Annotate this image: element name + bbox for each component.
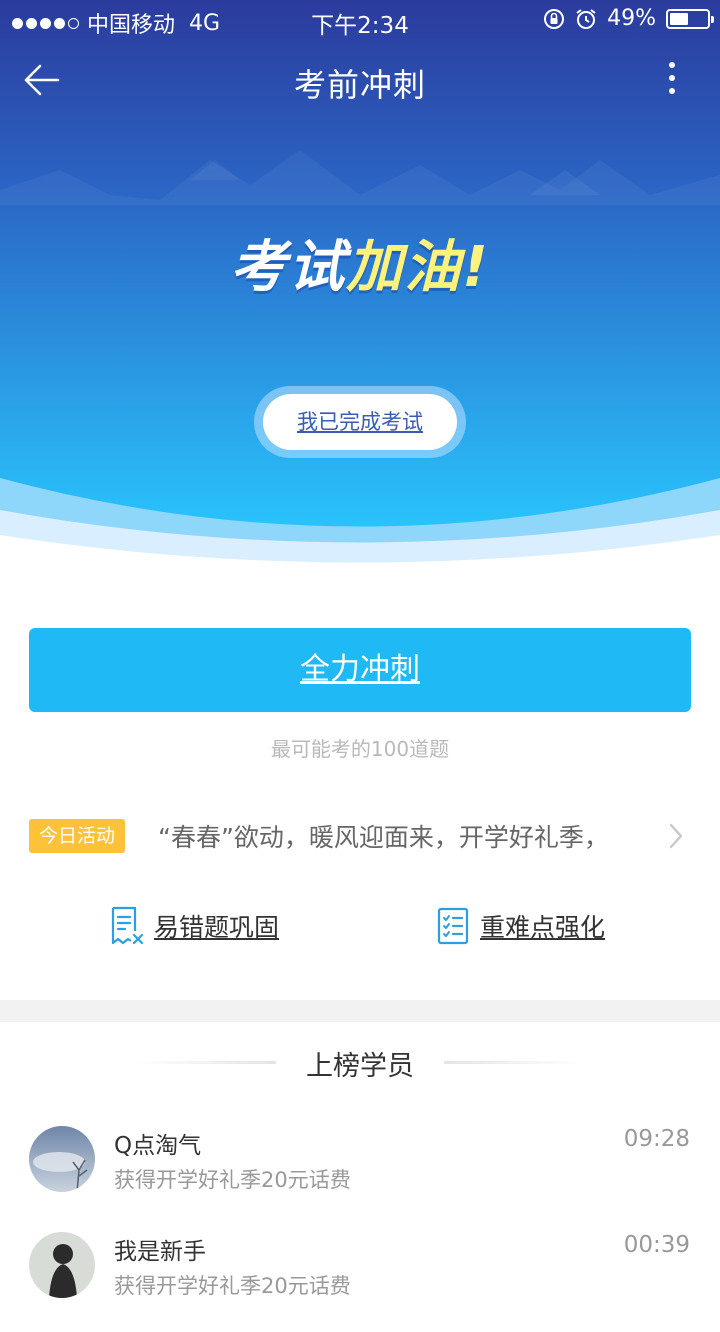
- avatar: [29, 1126, 95, 1192]
- slogan-part-white: 考试: [230, 235, 347, 300]
- member-time: 09:28: [623, 1126, 690, 1152]
- slogan: 考试加油!: [0, 222, 720, 303]
- member-name: Q点淘气: [114, 1133, 202, 1159]
- battery-icon: [666, 8, 714, 29]
- battery-fill: [670, 12, 688, 25]
- page-title: 考前冲刺: [293, 66, 426, 104]
- wrong-questions-label: 易错题巩固: [154, 913, 280, 942]
- member-name: 我是新手: [114, 1239, 206, 1265]
- chevron-right-icon: [669, 823, 683, 849]
- sprint-subtitle: 最可能考的100道题: [270, 737, 450, 761]
- exam-completed-button[interactable]: 我已完成考试: [263, 394, 457, 450]
- rank-title-line-right: [444, 1061, 584, 1064]
- slogan-part-yellow: 加油!: [346, 235, 490, 300]
- hero-banner: 中国移动 4G 下午2:34 49% 考前冲刺 考试加油! 我已完成考试: [0, 0, 720, 570]
- back-button[interactable]: [22, 58, 78, 106]
- activity-tag: 今日活动: [29, 819, 125, 853]
- member-reward: 获得开学好礼季20元话费: [114, 1168, 351, 1192]
- orientation-lock-icon: [544, 8, 565, 29]
- today-activity-banner[interactable]: 今日活动 “春春”欲动，暖风迎面来，开学好礼季，: [0, 808, 720, 864]
- ranking-title: 上榜学员: [306, 1051, 414, 1082]
- activity-text: “春春”欲动，暖风迎面来，开学好礼季，: [158, 823, 609, 852]
- navigation-bar: 考前冲刺: [0, 44, 720, 120]
- status-right: 49%: [543, 6, 714, 31]
- section-divider: [0, 1000, 720, 1022]
- battery-percent: 49%: [607, 6, 656, 31]
- status-bar: 中国移动 4G 下午2:34 49%: [0, 0, 720, 40]
- avatar: [29, 1232, 95, 1298]
- member-reward: 获得开学好礼季20元话费: [114, 1274, 351, 1298]
- key-points-label: 重难点强化: [480, 913, 606, 942]
- full-sprint-button[interactable]: 全力冲刺: [29, 628, 691, 712]
- ranking-list-item[interactable]: Q点淘气 获得开学好礼季20元话费 09:28: [0, 1126, 720, 1226]
- ranking-list-item[interactable]: 我是新手 获得开学好礼季20元话费 00:39: [0, 1232, 720, 1332]
- back-arrow-icon: [24, 64, 60, 96]
- wrong-questions-icon: [111, 906, 144, 945]
- key-points-button[interactable]: 重难点强化: [436, 900, 605, 952]
- more-button[interactable]: [660, 60, 684, 104]
- more-vertical-icon: [669, 62, 675, 94]
- member-time: 00:39: [623, 1232, 690, 1258]
- wrong-questions-button[interactable]: 易错题巩固: [108, 900, 279, 952]
- checklist-icon: [437, 907, 469, 945]
- alarm-icon: [576, 8, 596, 29]
